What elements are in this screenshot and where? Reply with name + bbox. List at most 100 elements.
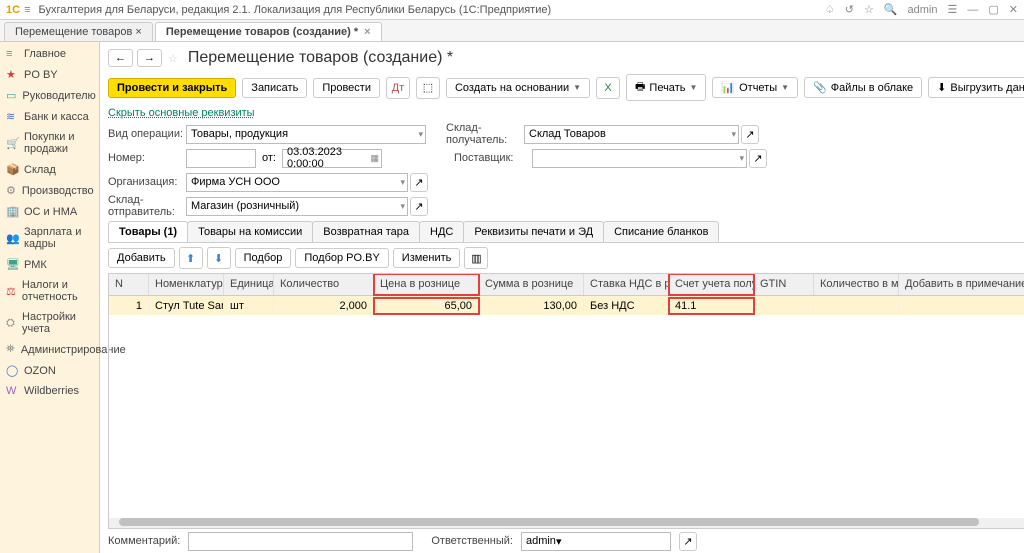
cell-unit[interactable]: шт (224, 298, 274, 314)
col-gtin[interactable]: GTIN (754, 274, 814, 295)
excel-icon[interactable]: X (596, 77, 620, 99)
dropdown-icon[interactable]: ▾ (739, 153, 744, 164)
star-icon[interactable]: ☆ (864, 3, 874, 16)
cell-nomenclature[interactable]: Стул Tute Sanno (149, 298, 224, 314)
sidebar-item-rmk[interactable]: 🖥РМК (0, 254, 99, 275)
user-menu-icon[interactable]: ☰ (948, 3, 958, 16)
dropdown-icon[interactable]: ▾ (418, 129, 423, 140)
sidebar-item-settings[interactable]: ⛭Настройки учета (0, 307, 99, 339)
tab-close-icon[interactable]: × (364, 26, 370, 38)
sidebar-item-admin[interactable]: ⛯Администрирование (0, 339, 99, 360)
move-up-icon[interactable]: ⬆ (179, 247, 203, 269)
col-qty[interactable]: Количество (274, 274, 374, 295)
sidebar-item-main[interactable]: ≡Главное (0, 44, 99, 64)
col-unit[interactable]: Единица (224, 274, 274, 295)
sidebar-item-bank[interactable]: ≋Банк и касса (0, 106, 99, 127)
open-responsible-icon[interactable]: ↗ (679, 532, 697, 551)
tab-commission[interactable]: Товары на комиссии (187, 221, 313, 242)
hide-details-link[interactable]: Скрыть основные реквизиты (108, 107, 1024, 119)
tab-blanks[interactable]: Списание бланков (603, 221, 719, 242)
favorite-icon[interactable]: ☆ (168, 52, 178, 65)
barcode-icon[interactable]: ▥ (464, 247, 488, 269)
sidebar-item-poby[interactable]: ★PO BY (0, 64, 99, 85)
open-receiver-icon[interactable]: ↗ (741, 125, 759, 144)
bell-icon[interactable]: ♤ (825, 3, 835, 16)
col-qty-place[interactable]: Количество в месте (814, 274, 899, 295)
pick-button[interactable]: Подбор (235, 248, 292, 268)
dropdown-icon[interactable]: ▾ (556, 535, 562, 548)
move-down-icon[interactable]: ⬇ (207, 247, 231, 269)
reports-button[interactable]: 📊 Отчеты▼ (712, 77, 798, 98)
field-date[interactable]: 03.03.2023 0:00:00▦ (282, 149, 382, 168)
col-nomenclature[interactable]: Номенклатура (149, 274, 224, 295)
tab-document-2[interactable]: Перемещение товаров (создание) * × (155, 22, 382, 41)
cell-retail-price[interactable]: 65,00 (374, 298, 479, 314)
pick-poby-button[interactable]: Подбор PO.BY (295, 248, 388, 268)
field-receiver[interactable]: Склад Товаров▾ (524, 125, 739, 144)
sidebar-item-manager[interactable]: ▭Руководителю (0, 85, 99, 106)
save-button[interactable]: Записать (242, 78, 307, 98)
sidebar-item-warehouse[interactable]: 📦Склад (0, 159, 99, 180)
cell-n[interactable]: 1 (109, 298, 149, 314)
cell-vat-rate[interactable]: Без НДС (584, 298, 669, 314)
files-button[interactable]: 📎 Файлы в облаке (804, 77, 922, 98)
nav-forward-button[interactable]: → (137, 49, 162, 67)
col-retail-price[interactable]: Цена в рознице (374, 274, 479, 295)
field-number[interactable] (186, 149, 256, 168)
scrollbar-thumb[interactable] (119, 518, 979, 526)
dt-kt-icon[interactable]: Дт (386, 77, 410, 99)
sidebar-item-taxes[interactable]: ⚖Налоги и отчетность (0, 275, 99, 307)
col-note[interactable]: Добавить в примечание (899, 274, 1024, 295)
sidebar-item-wildberries[interactable]: WWildberries (0, 381, 99, 401)
menu-icon[interactable]: ≡ (24, 4, 30, 16)
structure-icon[interactable]: ⬚ (416, 77, 440, 99)
add-row-button[interactable]: Добавить (108, 248, 175, 268)
field-responsible[interactable]: admin ▾ (521, 532, 671, 551)
cell-qty[interactable]: 2,000 (274, 298, 374, 314)
post-button[interactable]: Провести (313, 78, 380, 98)
col-vat-rate[interactable]: Ставка НДС в роз... (584, 274, 669, 295)
calendar-icon[interactable]: ▦ (370, 153, 379, 164)
cell-qty-place[interactable] (814, 304, 899, 308)
col-account[interactable]: Счет учета получ. (669, 274, 754, 295)
history-icon[interactable]: ↺ (845, 3, 854, 16)
sidebar-item-salary[interactable]: 👥Зарплата и кадры (0, 222, 99, 254)
export-button[interactable]: ⬇ Выгрузить данные в файл (928, 77, 1024, 98)
create-based-button[interactable]: Создать на основании▼ (446, 78, 590, 98)
edit-button[interactable]: Изменить (393, 248, 461, 268)
dropdown-icon[interactable]: ▾ (400, 177, 405, 188)
field-op-type[interactable]: Товары, продукция▾ (186, 125, 426, 144)
sidebar-item-ozon[interactable]: ◯OZON (0, 360, 99, 381)
tab-document-1[interactable]: Перемещение товаров × (4, 22, 153, 41)
tab-print-details[interactable]: Реквизиты печати и ЭД (463, 221, 604, 242)
minimize-icon[interactable]: — (967, 4, 978, 16)
search-icon[interactable]: 🔍 (884, 3, 898, 16)
field-org[interactable]: Фирма УСН ООО▾ (186, 173, 408, 192)
nav-back-button[interactable]: ← (108, 49, 133, 67)
horizontal-scrollbar[interactable] (109, 518, 1024, 528)
col-retail-sum[interactable]: Сумма в рознице (479, 274, 584, 295)
close-icon[interactable]: ✕ (1009, 3, 1018, 16)
maximize-icon[interactable]: ▢ (988, 3, 998, 16)
cell-gtin[interactable] (754, 304, 814, 308)
open-supplier-icon[interactable]: ↗ (749, 149, 767, 168)
field-sender[interactable]: Магазин (розничный)▾ (186, 197, 408, 216)
col-n[interactable]: N (109, 274, 149, 295)
sidebar-item-production[interactable]: ⚙Производство (0, 180, 99, 201)
post-and-close-button[interactable]: Провести и закрыть (108, 78, 236, 98)
open-org-icon[interactable]: ↗ (410, 173, 428, 192)
tab-returnable[interactable]: Возвратная тара (312, 221, 420, 242)
tab-vat[interactable]: НДС (419, 221, 464, 242)
print-button[interactable]: 🖶 Печать▼ (626, 74, 706, 101)
cell-note[interactable] (899, 304, 1024, 308)
dropdown-icon[interactable]: ▾ (731, 129, 736, 140)
sidebar-item-assets[interactable]: 🏢ОС и НМА (0, 201, 99, 222)
field-comment[interactable] (188, 532, 413, 551)
field-supplier[interactable]: ▾ (532, 149, 747, 168)
cell-account[interactable]: 41.1 (669, 298, 754, 314)
dropdown-icon[interactable]: ▾ (400, 201, 405, 212)
table-row[interactable]: 1 Стул Tute Sanno шт 2,000 65,00 130,00 … (109, 296, 1024, 315)
open-sender-icon[interactable]: ↗ (410, 197, 428, 216)
tab-goods[interactable]: Товары (1) (108, 221, 188, 242)
cell-retail-sum[interactable]: 130,00 (479, 298, 584, 314)
